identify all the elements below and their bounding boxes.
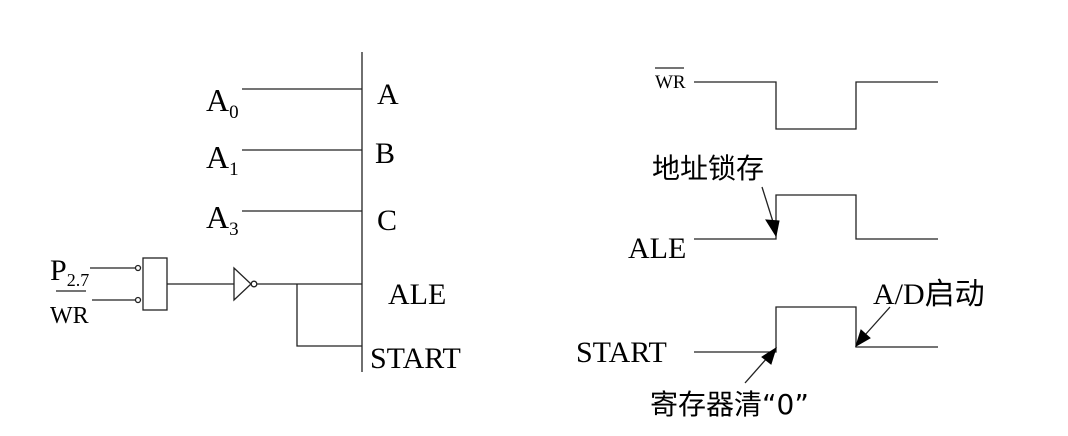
- label-wr-input: WR: [50, 303, 89, 329]
- arrow-register-clear: [744, 356, 769, 384]
- timing-label-start: START: [576, 336, 667, 369]
- diagram-canvas: A0 A1 A3 A B C ALE START P2.7 WR WR ALE …: [50, 52, 985, 421]
- timing-label-ale: ALE: [628, 232, 686, 265]
- timing-label-wr: WR: [655, 72, 686, 93]
- timing-diagram: WR ALE START 地址锁存 A/D启动 寄存器清“0”: [576, 67, 985, 421]
- input-bubble-wr: [134, 296, 142, 304]
- annotation-register-clear: 寄存器清“0”: [650, 388, 809, 421]
- annotation-address-latch: 地址锁存: [652, 152, 764, 185]
- input-bubble-p27: [134, 264, 142, 272]
- waveform-start: [694, 306, 938, 353]
- circuit-diagram: A0 A1 A3 A B C ALE START P2.7 WR: [50, 52, 461, 375]
- label-a0: A0: [206, 82, 239, 123]
- arrow-ad-start: [864, 306, 891, 336]
- inverter-bubble: [250, 280, 258, 288]
- pin-start: START: [370, 342, 461, 375]
- annotation-ad-start: A/D启动: [873, 278, 985, 311]
- label-a3: A3: [206, 199, 239, 240]
- arrowhead-address-latch: [765, 219, 780, 238]
- waveform-wr: [694, 81, 938, 130]
- pin-a: A: [377, 78, 399, 111]
- pin-c: C: [377, 204, 397, 237]
- label-p27: P2.7: [50, 254, 89, 290]
- label-a1: A1: [206, 139, 239, 180]
- waveform-ale: [694, 194, 938, 240]
- wire-to-start: [296, 284, 362, 347]
- arrow-address-latch: [761, 186, 775, 226]
- inverter-triangle: [233, 266, 252, 302]
- pin-b: B: [375, 137, 395, 170]
- or-gate: [142, 257, 168, 311]
- pin-ale: ALE: [388, 278, 446, 311]
